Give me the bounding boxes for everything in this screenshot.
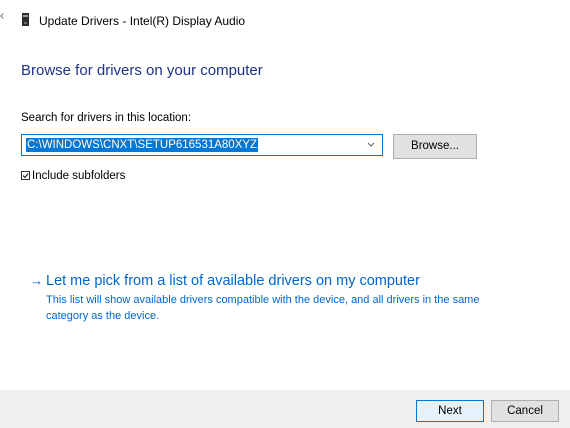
driver-path-value[interactable]: C:\WINDOWS\CNXT\SETUP616531A80XYZ: [26, 138, 259, 152]
checkmark-icon: [22, 173, 29, 179]
dialog-footer: Next Cancel: [0, 390, 570, 428]
page-heading: Browse for drivers on your computer: [21, 62, 263, 79]
next-button[interactable]: Next: [416, 400, 484, 422]
update-drivers-window: Update Drivers - Intel(R) Display Audio …: [0, 0, 570, 428]
title-bar: Update Drivers - Intel(R) Display Audio: [0, 0, 570, 40]
arrow-right-icon: →: [30, 273, 43, 288]
window-title: Update Drivers - Intel(R) Display Audio: [39, 14, 246, 28]
pick-from-list-title[interactable]: Let me pick from a list of available dri…: [46, 271, 420, 291]
cancel-button[interactable]: Cancel: [491, 400, 559, 422]
device-icon: [22, 13, 29, 26]
driver-path-combobox[interactable]: C:\WINDOWS\CNXT\SETUP616531A80XYZ: [21, 134, 383, 156]
search-location-label: Search for drivers in this location:: [21, 112, 192, 124]
back-arrow-icon[interactable]: [0, 13, 6, 19]
include-subfolders-label[interactable]: Include subfolders: [32, 169, 125, 184]
chevron-down-icon[interactable]: [366, 139, 376, 151]
pick-from-list-description: This list will show available drivers co…: [46, 294, 480, 322]
browse-button[interactable]: Browse...: [393, 134, 477, 159]
include-subfolders-checkbox[interactable]: [21, 171, 30, 180]
